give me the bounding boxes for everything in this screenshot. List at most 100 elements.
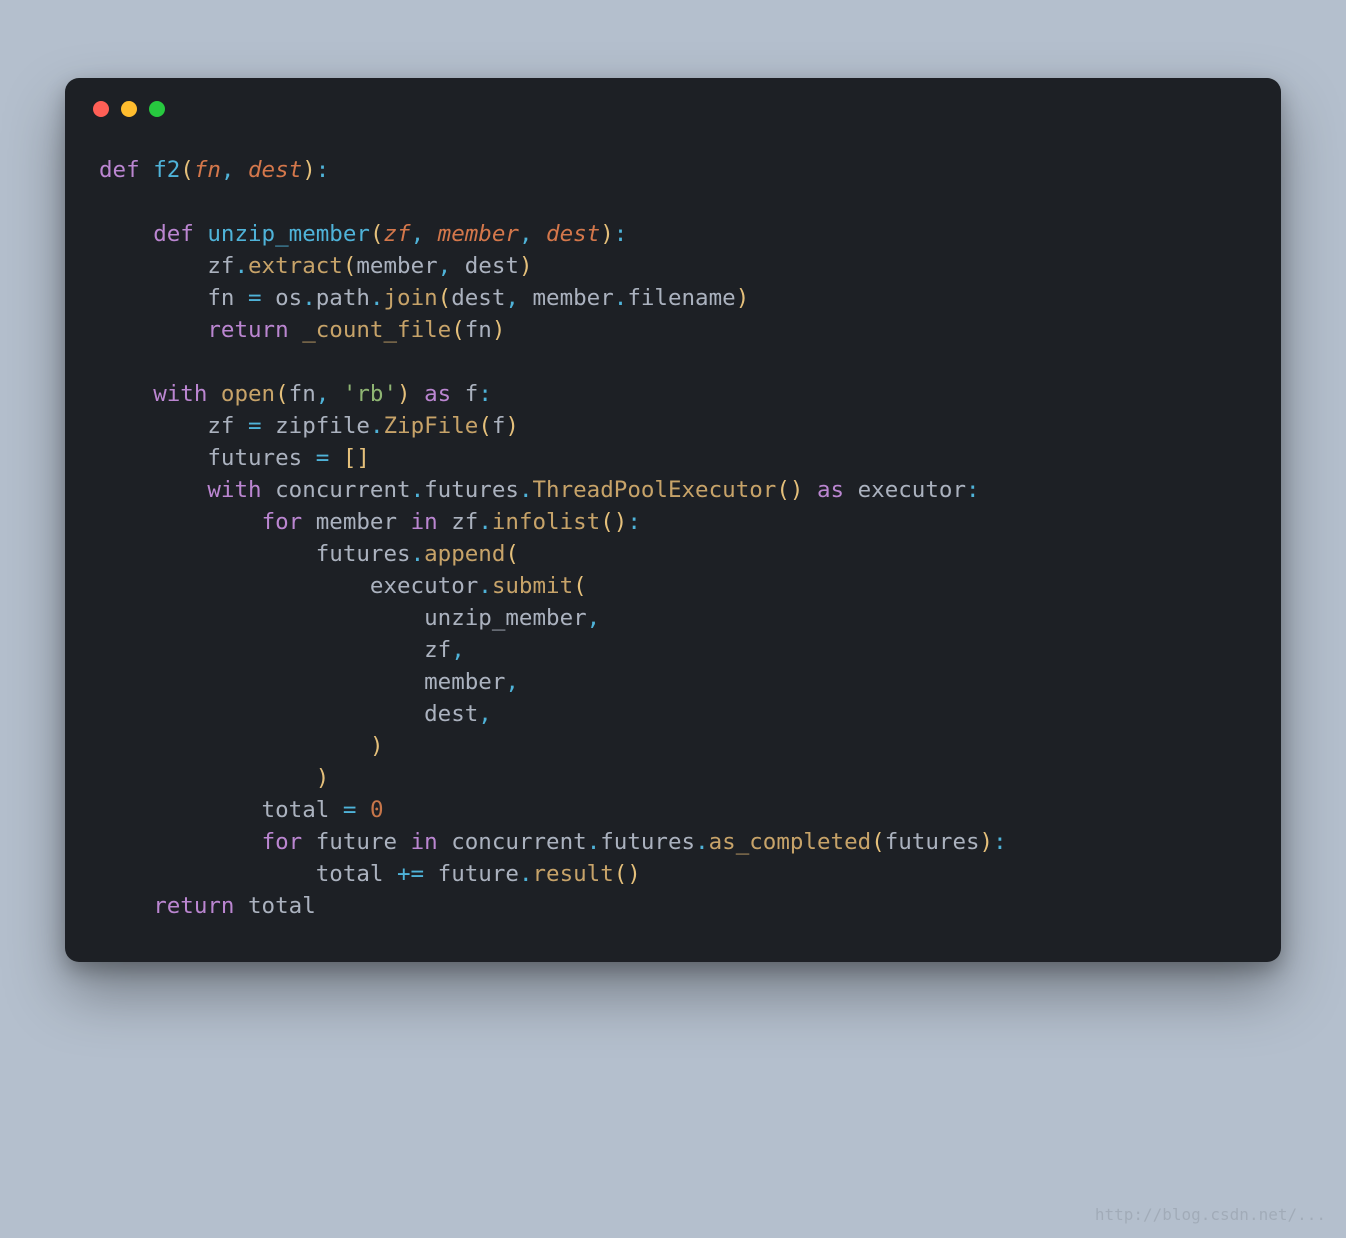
- token-op: :: [316, 157, 330, 183]
- token-op: .: [234, 253, 248, 279]
- token-pn: ): [397, 381, 411, 407]
- token-id: total: [234, 893, 315, 919]
- token-id: executor: [99, 573, 478, 599]
- token-id: fn: [465, 317, 492, 343]
- token-id: member: [99, 669, 505, 695]
- token-call: extract: [248, 253, 343, 279]
- token-id: [99, 221, 153, 247]
- token-pn: (: [343, 253, 357, 279]
- token-op: .: [695, 829, 709, 855]
- token-op: :: [478, 381, 492, 407]
- code-line: [99, 186, 1247, 218]
- token-pn: (: [478, 413, 492, 439]
- token-pn: (: [451, 317, 465, 343]
- token-id: [329, 445, 343, 471]
- token-id: [99, 317, 207, 343]
- token-id: [289, 317, 303, 343]
- token-op: .: [614, 285, 628, 311]
- token-op: .: [587, 829, 601, 855]
- token-id: zf: [438, 509, 479, 535]
- token-pn: ): [505, 413, 519, 439]
- token-id: futures: [600, 829, 695, 855]
- token-id: [140, 157, 154, 183]
- token-pn: (): [614, 861, 641, 887]
- token-kw: def: [153, 221, 194, 247]
- token-op: =: [316, 445, 330, 471]
- token-id: [99, 893, 153, 919]
- code-editor[interactable]: def f2(fn, dest): def unzip_member(zf, m…: [65, 140, 1281, 962]
- code-line: for future in concurrent.futures.as_comp…: [99, 826, 1247, 858]
- code-window: def f2(fn, dest): def unzip_member(zf, m…: [65, 78, 1281, 962]
- code-line: zf,: [99, 634, 1247, 666]
- token-id: unzip_member: [99, 605, 587, 631]
- token-pn: (: [871, 829, 885, 855]
- token-op: =: [343, 797, 357, 823]
- close-icon[interactable]: [93, 101, 109, 117]
- code-line: unzip_member,: [99, 602, 1247, 634]
- token-id: [411, 381, 425, 407]
- token-pm: zf: [383, 221, 410, 247]
- token-op: .: [370, 285, 384, 311]
- token-kw: as: [817, 477, 844, 503]
- token-id: [803, 477, 817, 503]
- token-id: [99, 477, 207, 503]
- token-id: f: [451, 381, 478, 407]
- token-pn: []: [343, 445, 370, 471]
- token-id: filename: [627, 285, 735, 311]
- token-id: [194, 221, 208, 247]
- token-op: ,: [505, 669, 519, 695]
- token-op: :: [966, 477, 980, 503]
- token-pm: dest: [248, 157, 302, 183]
- token-id: dest: [99, 701, 478, 727]
- token-pn: (: [180, 157, 194, 183]
- watermark-text: http://blog.csdn.net/...: [1095, 1205, 1326, 1224]
- code-line: total += future.result(): [99, 858, 1247, 890]
- code-line: futures.append(: [99, 538, 1247, 570]
- code-line: zf.extract(member, dest): [99, 250, 1247, 282]
- token-pn: ): [302, 157, 316, 183]
- token-op: ,: [478, 701, 492, 727]
- token-pn: ): [492, 317, 506, 343]
- token-op: ,: [411, 221, 425, 247]
- token-op: :: [627, 509, 641, 535]
- token-id: member: [519, 285, 614, 311]
- code-line: ): [99, 730, 1247, 762]
- minimize-icon[interactable]: [121, 101, 137, 117]
- token-kw: in: [411, 509, 438, 535]
- window-titlebar: [65, 78, 1281, 140]
- token-id: concurrent: [262, 477, 411, 503]
- token-id: futures: [885, 829, 980, 855]
- token-pn: ): [316, 765, 330, 791]
- token-op: .: [411, 477, 425, 503]
- token-kw: for: [262, 509, 303, 535]
- code-line: with open(fn, 'rb') as f:: [99, 378, 1247, 410]
- token-call: ThreadPoolExecutor: [533, 477, 777, 503]
- token-fn: f2: [153, 157, 180, 183]
- code-line: ): [99, 762, 1247, 794]
- token-op: .: [478, 573, 492, 599]
- token-fn: unzip_member: [207, 221, 370, 247]
- token-op: :: [614, 221, 628, 247]
- token-id: zf: [99, 637, 451, 663]
- token-id: [99, 733, 370, 759]
- zoom-icon[interactable]: [149, 101, 165, 117]
- token-call: as_completed: [709, 829, 872, 855]
- token-id: os: [262, 285, 303, 311]
- token-id: futures: [99, 445, 316, 471]
- code-line: zf = zipfile.ZipFile(f): [99, 410, 1247, 442]
- token-op: .: [519, 477, 533, 503]
- token-id: futures: [424, 477, 519, 503]
- token-call: ZipFile: [383, 413, 478, 439]
- code-line: futures = []: [99, 442, 1247, 474]
- code-line: for member in zf.infolist():: [99, 506, 1247, 538]
- token-id: [533, 221, 547, 247]
- code-line: [99, 346, 1247, 378]
- token-kw: return: [153, 893, 234, 919]
- token-pn: (): [776, 477, 803, 503]
- token-id: member: [302, 509, 410, 535]
- token-id: fn: [99, 285, 248, 311]
- code-line: member,: [99, 666, 1247, 698]
- token-id: zf: [99, 253, 234, 279]
- token-id: future: [424, 861, 519, 887]
- token-call: infolist: [492, 509, 600, 535]
